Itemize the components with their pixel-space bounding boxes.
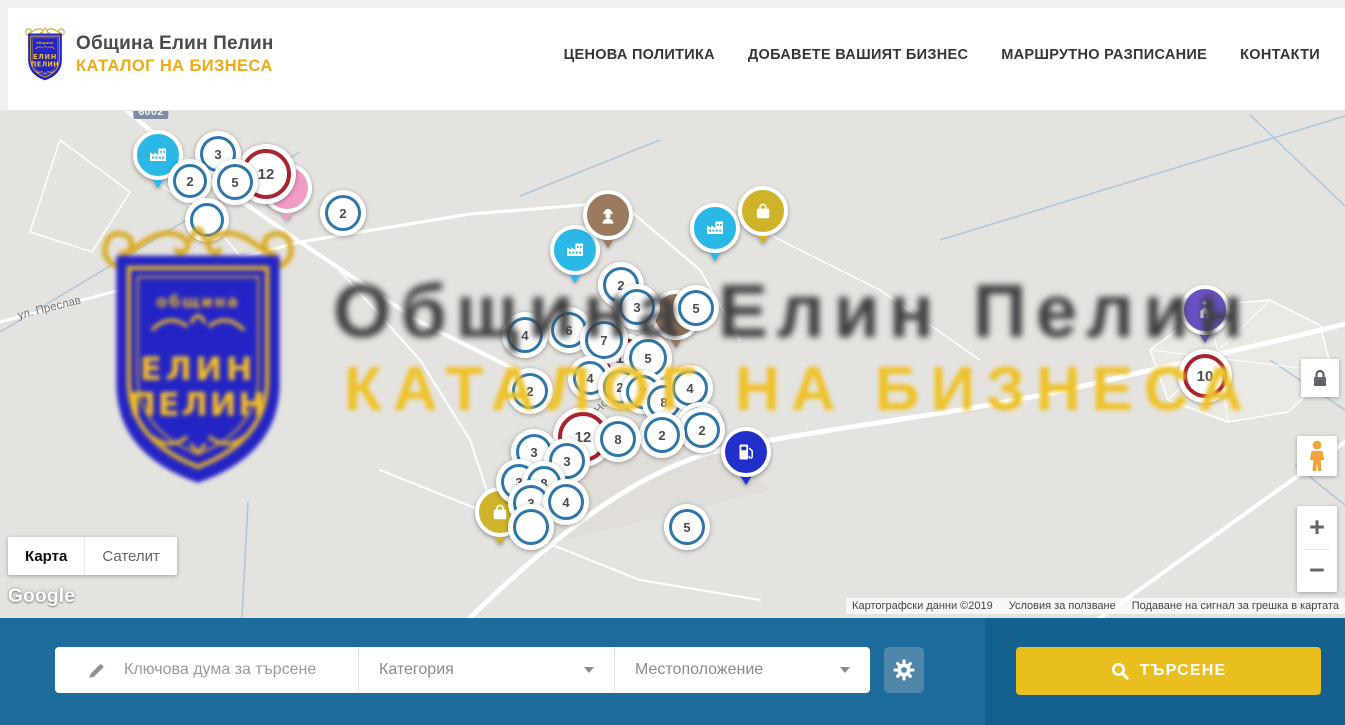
main-nav: ЦЕНОВА ПОЛИТИКА ДОБАВЕТЕ ВАШИЯТ БИЗНЕС МАР… <box>564 0 1320 110</box>
nav-item[interactable]: КОНТАКТИ <box>1240 47 1320 63</box>
header: Община Елин Пелин КАТАЛОГ НА БИЗНЕСА ЦЕН… <box>0 0 1345 111</box>
street-view-pegman[interactable] <box>1297 436 1337 476</box>
attribution-link[interactable]: Условия за ползване <box>1009 600 1116 612</box>
cluster-count: 5 <box>683 520 690 535</box>
cluster-count: 3 <box>214 147 221 162</box>
left-strip <box>0 0 8 110</box>
location-select[interactable]: Местоположение <box>614 647 870 693</box>
municipality-emblem-icon <box>23 22 67 86</box>
chevron-down-icon <box>584 667 594 673</box>
cluster-count: 4 <box>562 495 569 510</box>
search-button[interactable]: ТЪРСЕНЕ <box>1016 647 1321 695</box>
map-type-button[interactable]: Карта <box>8 537 84 575</box>
factory-icon <box>690 203 740 253</box>
pencil-icon <box>87 661 106 680</box>
search-icon <box>1111 662 1129 680</box>
location-label: Местоположение <box>635 661 763 679</box>
category-label: Категория <box>379 661 454 679</box>
gear-icon <box>893 659 915 681</box>
cluster-count: 3 <box>563 454 570 469</box>
cluster-count: 3 <box>530 445 537 460</box>
bag-icon <box>738 186 788 236</box>
map-attribution: Картографски данни ©2019 Условия за ползв… <box>846 598 1345 614</box>
google-logo[interactable]: Google <box>8 586 75 608</box>
cluster-count: 12 <box>258 166 275 183</box>
site-logo[interactable]: Община Елин Пелин КАТАЛОГ НА БИЗНЕСА <box>23 22 274 86</box>
keyword-field[interactable] <box>55 647 358 693</box>
chevron-down-icon <box>840 667 850 673</box>
cluster-ring: 5 <box>217 164 253 200</box>
cluster-marker[interactable] <box>508 504 554 550</box>
advanced-settings-button[interactable] <box>884 647 924 693</box>
worker-icon <box>583 190 633 240</box>
attribution-link[interactable]: Подаване на сигнал за грешка в картата <box>1132 600 1339 612</box>
map-type-control: Карта Сателит <box>8 537 177 575</box>
map-canvas[interactable]: 6002 ул. Преславбул. „Новосел 1213121032… <box>0 110 1345 618</box>
watermark-emblem <box>84 213 312 497</box>
cluster-ring: 2 <box>325 195 361 231</box>
cluster-marker[interactable]: 5 <box>212 159 258 205</box>
cluster-ring: 8 <box>600 421 636 457</box>
cluster-marker[interactable]: 2 <box>320 190 366 236</box>
search-fields: Категория Местоположение <box>55 647 870 693</box>
cluster-count: 5 <box>231 175 238 190</box>
zoom-in-button[interactable]: + <box>1297 507 1337 549</box>
zoom-control: + − <box>1297 506 1337 592</box>
nav-item[interactable]: ЦЕНОВА ПОЛИТИКА <box>564 47 715 63</box>
keyword-input[interactable] <box>122 660 346 680</box>
cluster-ring: 5 <box>669 509 705 545</box>
search-button-label: ТЪРСЕНЕ <box>1140 662 1227 680</box>
nav-item[interactable]: МАРШРУТНО РАЗПИСАНИЕ <box>1001 47 1207 63</box>
pegman-icon <box>1304 440 1330 472</box>
cluster-count: 2 <box>339 206 346 221</box>
lock-button[interactable] <box>1301 359 1339 397</box>
cluster-marker[interactable]: 2 <box>168 159 212 203</box>
cluster-count: 2 <box>186 174 193 189</box>
site-title: Община Елин Пелин <box>76 33 274 55</box>
zoom-out-button[interactable]: − <box>1297 550 1337 592</box>
watermark-subtitle: КАТАЛОГ НА БИЗНЕСА <box>344 354 1254 425</box>
nav-item[interactable]: ДОБАВЕТЕ ВАШИЯТ БИЗНЕС <box>748 47 968 63</box>
cluster-marker[interactable]: 5 <box>664 504 710 550</box>
watermark-title: Община Елин Пелин <box>333 268 1252 354</box>
fuel-icon <box>721 427 771 477</box>
satellite-type-button[interactable]: Сателит <box>84 537 177 575</box>
search-bar: Категория Местоположение ТЪРСЕНЕ <box>0 618 1345 725</box>
lock-icon <box>1312 369 1328 387</box>
attribution-text: Картографски данни ©2019 <box>852 600 993 612</box>
site-subtitle: КАТАЛОГ НА БИЗНЕСА <box>76 57 274 76</box>
cluster-ring <box>513 509 549 545</box>
cluster-count: 2 <box>658 428 665 443</box>
category-select[interactable]: Категория <box>358 647 614 693</box>
cluster-count: 8 <box>614 432 621 447</box>
cluster-ring: 2 <box>173 164 207 198</box>
cluster-ring: 4 <box>548 484 584 520</box>
